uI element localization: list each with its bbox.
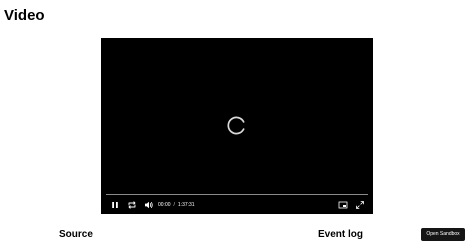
duration: 1:37:31 (177, 202, 195, 208)
page: Video 00:00 / 1:37:31 Source Event log O… (0, 0, 474, 248)
volume-button[interactable] (143, 199, 155, 211)
pause-button[interactable] (109, 199, 121, 211)
loop-icon (128, 201, 136, 209)
player-controls: 00:00/1:37:31 (101, 198, 373, 212)
pause-icon (112, 202, 118, 208)
current-time: 00:00 (158, 202, 171, 208)
progress-bar[interactable] (106, 194, 368, 195)
fullscreen-icon (356, 201, 364, 209)
volume-icon (145, 201, 153, 209)
fullscreen-button[interactable] (354, 199, 366, 211)
loop-button[interactable] (126, 199, 138, 211)
time-display: 00:00/1:37:31 (158, 200, 195, 210)
open-sandbox-button[interactable]: Open Sandbox (421, 228, 465, 241)
source-heading: Source (59, 229, 93, 240)
page-title: Video (4, 7, 45, 24)
time-separator: / (173, 202, 175, 208)
picture-in-picture-icon (338, 201, 348, 209)
event-log-heading: Event log (318, 229, 364, 240)
picture-in-picture-button[interactable] (337, 199, 349, 211)
loading-spinner-icon (227, 116, 245, 135)
video-player[interactable]: 00:00/1:37:31 (101, 38, 373, 214)
